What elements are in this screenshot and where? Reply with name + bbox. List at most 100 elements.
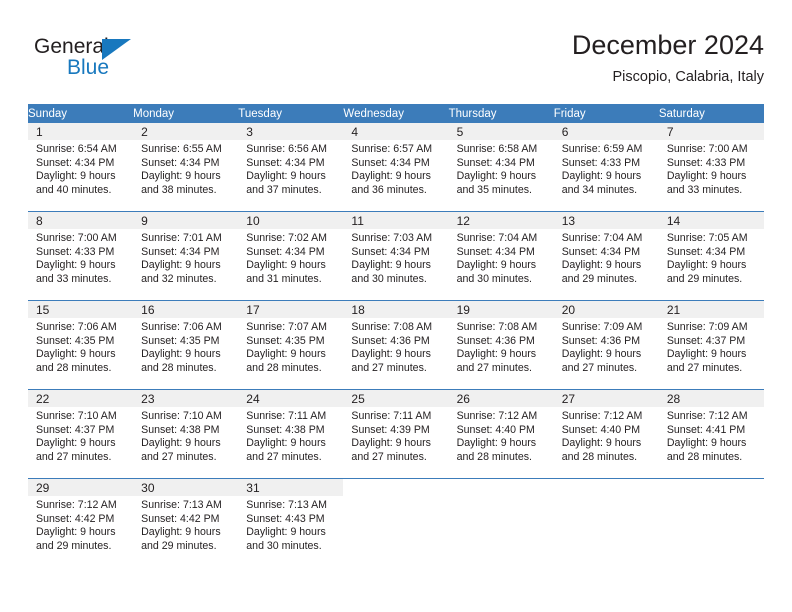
calendar-day-cell: 9 Sunrise: 7:01 AM Sunset: 4:34 PM Daylight… bbox=[133, 211, 239, 301]
daylight-text-line2: and 32 minutes. bbox=[141, 272, 217, 285]
daylight-text-line1: Daylight: 9 hours bbox=[36, 437, 116, 450]
day-cell[interactable]: 20 Sunrise: 7:09 AM Sunset: 4:36 PM Dayligh… bbox=[553, 301, 659, 389]
daylight-text-line1: Daylight: 9 hours bbox=[351, 348, 431, 361]
day-cell[interactable]: 28 Sunrise: 7:12 AM Sunset: 4:41 PM Dayligh… bbox=[658, 390, 764, 478]
day-cell[interactable]: 1 Sunrise: 6:54 AM Sunset: 4:34 PM Daylight… bbox=[28, 123, 134, 211]
day-number: 14 bbox=[658, 212, 764, 229]
sunrise-text: Sunrise: 7:02 AM bbox=[246, 232, 327, 244]
day-cell[interactable]: 13 Sunrise: 7:04 AM Sunset: 4:34 PM Dayligh… bbox=[553, 212, 659, 300]
day-cell[interactable]: 3 Sunrise: 6:56 AM Sunset: 4:34 PM Daylight… bbox=[238, 123, 344, 211]
sunset-text: Sunset: 4:33 PM bbox=[666, 156, 746, 169]
day-cell[interactable]: 14 Sunrise: 7:05 AM Sunset: 4:34 PM Dayligh… bbox=[658, 212, 764, 300]
sunset-text: Sunset: 4:36 PM bbox=[351, 334, 430, 347]
day-details: Sunrise: 7:02 AM Sunset: 4:34 PM Daylight:… bbox=[238, 229, 343, 286]
day-details: Sunrise: 7:00 AM Sunset: 4:33 PM Daylight:… bbox=[659, 140, 764, 197]
page-subtitle-location: Piscopio, Calabria, Italy bbox=[612, 69, 764, 85]
day-details: Sunrise: 7:03 AM Sunset: 4:34 PM Daylight:… bbox=[343, 229, 448, 286]
day-details: Sunrise: 6:58 AM Sunset: 4:34 PM Daylight:… bbox=[449, 140, 554, 197]
sunset-text: Sunset: 4:34 PM bbox=[666, 245, 746, 258]
daylight-text-line1: Daylight: 9 hours bbox=[561, 170, 642, 183]
calendar-day-cell bbox=[448, 478, 554, 567]
sunrise-text: Sunrise: 7:04 AM bbox=[561, 232, 643, 244]
sunrise-text: Sunrise: 7:09 AM bbox=[561, 321, 643, 333]
day-details: Sunrise: 7:07 AM Sunset: 4:35 PM Daylight:… bbox=[238, 318, 343, 375]
sunrise-text: Sunrise: 6:58 AM bbox=[456, 143, 538, 155]
day-cell[interactable]: 26 Sunrise: 7:12 AM Sunset: 4:40 PM Dayligh… bbox=[448, 390, 554, 478]
sunset-text: Sunset: 4:34 PM bbox=[246, 245, 325, 258]
calendar-day-cell: 15 Sunrise: 7:06 AM Sunset: 4:35 PM Dayligh… bbox=[28, 300, 134, 390]
day-details: Sunrise: 7:05 AM Sunset: 4:34 PM Daylight:… bbox=[659, 229, 764, 286]
day-details: Sunrise: 7:09 AM Sunset: 4:36 PM Daylight:… bbox=[554, 318, 659, 375]
sunset-text: Sunset: 4:37 PM bbox=[36, 423, 115, 436]
day-cell[interactable]: 4 Sunrise: 6:57 AM Sunset: 4:34 PM Daylight… bbox=[343, 123, 449, 211]
day-cell[interactable]: 25 Sunrise: 7:11 AM Sunset: 4:39 PM Dayligh… bbox=[343, 390, 449, 478]
day-details bbox=[343, 496, 448, 499]
sunset-text: Sunset: 4:33 PM bbox=[561, 156, 641, 169]
day-cell[interactable]: 19 Sunrise: 7:08 AM Sunset: 4:36 PM Dayligh… bbox=[448, 301, 554, 389]
sunrise-text: Sunrise: 7:10 AM bbox=[141, 410, 222, 422]
daylight-text-line1: Daylight: 9 hours bbox=[246, 259, 326, 272]
day-cell[interactable]: 18 Sunrise: 7:08 AM Sunset: 4:36 PM Dayligh… bbox=[343, 301, 449, 389]
day-cell-empty bbox=[448, 479, 554, 567]
sunrise-text: Sunrise: 7:11 AM bbox=[246, 410, 327, 422]
day-cell[interactable]: 5 Sunrise: 6:58 AM Sunset: 4:34 PM Daylight… bbox=[448, 123, 554, 211]
day-number: 30 bbox=[133, 479, 239, 496]
day-cell[interactable]: 30 Sunrise: 7:13 AM Sunset: 4:42 PM Dayligh… bbox=[133, 479, 239, 567]
daylight-text-line1: Daylight: 9 hours bbox=[456, 437, 537, 450]
day-details: Sunrise: 7:10 AM Sunset: 4:37 PM Daylight:… bbox=[28, 407, 133, 464]
general-blue-logo[interactable]: General Blue bbox=[34, 35, 164, 89]
day-number: 24 bbox=[238, 390, 344, 407]
day-cell[interactable]: 23 Sunrise: 7:10 AM Sunset: 4:38 PM Dayligh… bbox=[133, 390, 239, 478]
sunset-text: Sunset: 4:39 PM bbox=[351, 423, 430, 436]
calendar-day-cell: 13 Sunrise: 7:04 AM Sunset: 4:34 PM Dayligh… bbox=[553, 211, 659, 301]
sunrise-text: Sunrise: 7:00 AM bbox=[666, 143, 748, 155]
calendar-week-row: 1 Sunrise: 6:54 AM Sunset: 4:34 PM Daylight… bbox=[28, 123, 764, 212]
day-details: Sunrise: 7:13 AM Sunset: 4:42 PM Daylight:… bbox=[133, 496, 238, 553]
day-cell[interactable]: 24 Sunrise: 7:11 AM Sunset: 4:38 PM Dayligh… bbox=[238, 390, 344, 478]
calendar-grid: Sunday Monday Tuesday Wednesday Thursday… bbox=[28, 104, 764, 567]
sunrise-text: Sunrise: 7:13 AM bbox=[246, 499, 327, 511]
daylight-text-line2: and 30 minutes. bbox=[351, 272, 427, 285]
day-cell[interactable]: 12 Sunrise: 7:04 AM Sunset: 4:34 PM Dayligh… bbox=[448, 212, 554, 300]
day-number bbox=[659, 479, 764, 496]
day-cell[interactable]: 8 Sunrise: 7:00 AM Sunset: 4:33 PM Daylight… bbox=[28, 212, 134, 300]
day-cell[interactable]: 2 Sunrise: 6:55 AM Sunset: 4:34 PM Daylight… bbox=[133, 123, 239, 211]
day-number: 3 bbox=[238, 123, 344, 140]
day-number: 9 bbox=[133, 212, 239, 229]
daylight-text-line2: and 29 minutes. bbox=[141, 539, 217, 552]
day-cell[interactable]: 22 Sunrise: 7:10 AM Sunset: 4:37 PM Dayligh… bbox=[28, 390, 134, 478]
sunset-text: Sunset: 4:34 PM bbox=[351, 245, 430, 258]
day-cell[interactable]: 16 Sunrise: 7:06 AM Sunset: 4:35 PM Dayligh… bbox=[133, 301, 239, 389]
day-number: 31 bbox=[238, 479, 344, 496]
day-cell[interactable]: 10 Sunrise: 7:02 AM Sunset: 4:34 PM Dayligh… bbox=[238, 212, 344, 300]
day-number: 1 bbox=[28, 123, 134, 140]
sunset-text: Sunset: 4:41 PM bbox=[666, 423, 746, 436]
calendar-day-cell: 25 Sunrise: 7:11 AM Sunset: 4:39 PM Dayligh… bbox=[343, 389, 449, 479]
day-cell[interactable]: 27 Sunrise: 7:12 AM Sunset: 4:40 PM Dayligh… bbox=[553, 390, 659, 478]
day-cell[interactable]: 7 Sunrise: 7:00 AM Sunset: 4:33 PM Daylight… bbox=[658, 123, 764, 211]
day-cell[interactable]: 15 Sunrise: 7:06 AM Sunset: 4:35 PM Dayligh… bbox=[28, 301, 134, 389]
day-number bbox=[554, 479, 659, 496]
day-cell[interactable]: 9 Sunrise: 7:01 AM Sunset: 4:34 PM Daylight… bbox=[133, 212, 239, 300]
day-cell[interactable]: 31 Sunrise: 7:13 AM Sunset: 4:43 PM Dayligh… bbox=[238, 479, 344, 567]
day-cell[interactable]: 29 Sunrise: 7:12 AM Sunset: 4:42 PM Dayligh… bbox=[28, 479, 134, 567]
day-cell[interactable]: 11 Sunrise: 7:03 AM Sunset: 4:34 PM Dayligh… bbox=[343, 212, 449, 300]
logo-text-blue: Blue bbox=[67, 56, 110, 79]
sunset-text: Sunset: 4:37 PM bbox=[666, 334, 746, 347]
day-cell[interactable]: 21 Sunrise: 7:09 AM Sunset: 4:37 PM Dayligh… bbox=[658, 301, 764, 389]
day-details: Sunrise: 7:04 AM Sunset: 4:34 PM Daylight:… bbox=[449, 229, 554, 286]
daylight-text-line2: and 29 minutes. bbox=[666, 272, 743, 285]
daylight-text-line2: and 29 minutes. bbox=[561, 272, 638, 285]
sunrise-text: Sunrise: 7:07 AM bbox=[246, 321, 327, 333]
calendar-day-cell: 4 Sunrise: 6:57 AM Sunset: 4:34 PM Daylight… bbox=[343, 123, 449, 212]
day-cell-empty bbox=[343, 479, 449, 567]
calendar-day-cell bbox=[343, 478, 449, 567]
daylight-text-line1: Daylight: 9 hours bbox=[36, 526, 116, 539]
day-cell[interactable]: 17 Sunrise: 7:07 AM Sunset: 4:35 PM Dayligh… bbox=[238, 301, 344, 389]
day-cell[interactable]: 6 Sunrise: 6:59 AM Sunset: 4:33 PM Daylight… bbox=[553, 123, 659, 211]
sunrise-text: Sunrise: 7:08 AM bbox=[351, 321, 433, 333]
day-number: 13 bbox=[553, 212, 659, 229]
daylight-text-line2: and 27 minutes. bbox=[351, 450, 427, 463]
daylight-text-line2: and 27 minutes. bbox=[456, 361, 532, 374]
daylight-text-line2: and 27 minutes. bbox=[351, 361, 427, 374]
